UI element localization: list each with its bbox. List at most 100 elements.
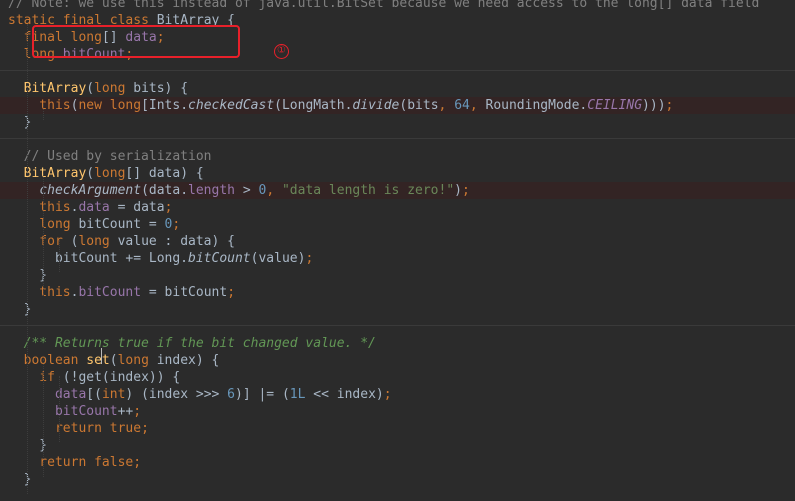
code-token: , [438, 98, 455, 113]
code-token: ; [461, 183, 470, 198]
code-token: RoundingMode. [485, 98, 588, 113]
code-line-text: this.data = data; [8, 199, 172, 216]
code-token: ; [227, 285, 236, 300]
code-line[interactable]: bitCount += Long.bitCount(value); [0, 250, 795, 267]
code-token: checkArgument [39, 183, 142, 198]
code-line[interactable]: } [0, 114, 795, 131]
code-token: long [94, 81, 134, 96]
code-token: , [469, 98, 486, 113]
code-line[interactable]: long bitCount = 0; [0, 216, 795, 233]
code-line[interactable] [0, 488, 795, 501]
code-line[interactable]: this.data = data; [0, 199, 795, 216]
code-line[interactable]: return true; [0, 420, 795, 437]
code-line[interactable] [0, 318, 795, 335]
code-line-text: /** Returns true if the bit changed valu… [8, 335, 376, 352]
code-token: index) { [156, 353, 220, 368]
code-line[interactable] [0, 63, 795, 80]
code-token: [Ints. [141, 98, 189, 113]
code-line-text: // Note: we use this instead of java.uti… [8, 0, 759, 12]
code-token: << index) [313, 387, 384, 402]
code-line[interactable]: /** Returns true if the bit changed valu… [0, 335, 795, 352]
code-token: bitCount = [78, 217, 165, 232]
code-line[interactable]: } [0, 267, 795, 284]
code-line[interactable]: if (!get(index)) { [0, 369, 795, 386]
indent-guide [59, 240, 60, 272]
indent-guide [43, 172, 44, 296]
code-line[interactable]: this.bitCount = bitCount; [0, 284, 795, 301]
code-token: long [94, 166, 126, 181]
code-token: [] data) { [125, 166, 204, 181]
code-token: (LongMath. [274, 98, 353, 113]
code-line[interactable]: } [0, 301, 795, 318]
code-token: length [188, 183, 243, 198]
code-line-text: if (!get(index)) { [8, 369, 180, 386]
code-token: ; [141, 421, 149, 436]
code-token: checkedCast [188, 98, 275, 113]
code-editor[interactable]: // Note: we use this instead of java.uti… [0, 0, 795, 501]
code-line-text: // Used by serialization [8, 148, 212, 165]
code-token: bitCount += Long. [8, 251, 189, 266]
code-token: bitCount [8, 404, 118, 419]
code-line[interactable]: } [0, 471, 795, 488]
code-line[interactable]: BitArray(long[] data) { [0, 165, 795, 182]
code-line[interactable]: } [0, 437, 795, 454]
code-token: (value) [250, 251, 306, 266]
code-line-text: boolean set(long index) { [8, 352, 220, 369]
code-token: ++ [117, 404, 134, 419]
text-caret [101, 348, 102, 364]
code-token: 1L [289, 387, 314, 402]
code-line[interactable]: for (long value : data) { [0, 233, 795, 250]
code-token: bitCount [78, 285, 149, 300]
indent-guide [43, 104, 44, 120]
code-token: ) [454, 183, 462, 198]
code-token: if [8, 370, 63, 385]
code-line[interactable]: boolean set(long index) { [0, 352, 795, 369]
code-line[interactable]: bitCount++; [0, 403, 795, 420]
code-token: ; [665, 98, 674, 113]
code-line[interactable]: BitArray(long bits) { [0, 80, 795, 97]
code-token: = bitCount [148, 285, 228, 300]
code-line-text: checkArgument(data.length > 0, "data len… [8, 182, 470, 199]
method-separator [0, 325, 795, 326]
code-token: long [117, 353, 157, 368]
code-token: ) (index >>> [125, 387, 228, 402]
code-line[interactable]: checkArgument(data.length > 0, "data len… [0, 182, 795, 199]
code-token: bits) { [133, 81, 189, 96]
code-token: (bits [399, 98, 439, 113]
code-line[interactable]: return false; [0, 454, 795, 471]
code-line-text: long bitCount = 0; [8, 216, 180, 233]
indent-guide [43, 359, 44, 477]
code-line[interactable]: // Note: we use this instead of java.uti… [0, 0, 795, 12]
code-token: ))) [642, 98, 666, 113]
code-line-text: return true; [8, 420, 149, 437]
code-token: new [78, 98, 110, 113]
code-token: "data length is zero!" [281, 183, 455, 198]
code-line[interactable]: data[(int) (index >>> 6)] |= (1L << inde… [0, 386, 795, 403]
code-token: ; [133, 455, 142, 470]
indent-guide [27, 24, 28, 494]
indent-guide [59, 376, 60, 442]
method-separator [0, 138, 795, 139]
code-token: = data [117, 200, 165, 215]
code-token: value : data) { [117, 234, 235, 249]
code-line[interactable]: // Used by serialization [0, 148, 795, 165]
code-token: bitCount [188, 251, 251, 266]
code-token: ; [164, 200, 173, 215]
code-token: this [8, 98, 71, 113]
code-token: this [8, 200, 71, 215]
code-token: ; [133, 404, 142, 419]
code-token: CEILING [587, 98, 643, 113]
code-token: (!get(index)) { [62, 370, 181, 385]
code-token: BitArray [8, 166, 87, 181]
code-token: divide [352, 98, 400, 113]
code-token: )] |= ( [235, 387, 290, 402]
code-line-text: bitCount += Long.bitCount(value); [8, 250, 313, 267]
code-token: data [78, 200, 118, 215]
code-token: , [266, 183, 282, 198]
code-token: int [101, 387, 126, 402]
code-line[interactable] [0, 131, 795, 148]
code-token: data [8, 387, 87, 402]
code-token: ( [86, 81, 95, 96]
code-line[interactable]: this(new long[Ints.checkedCast(LongMath.… [0, 97, 795, 114]
